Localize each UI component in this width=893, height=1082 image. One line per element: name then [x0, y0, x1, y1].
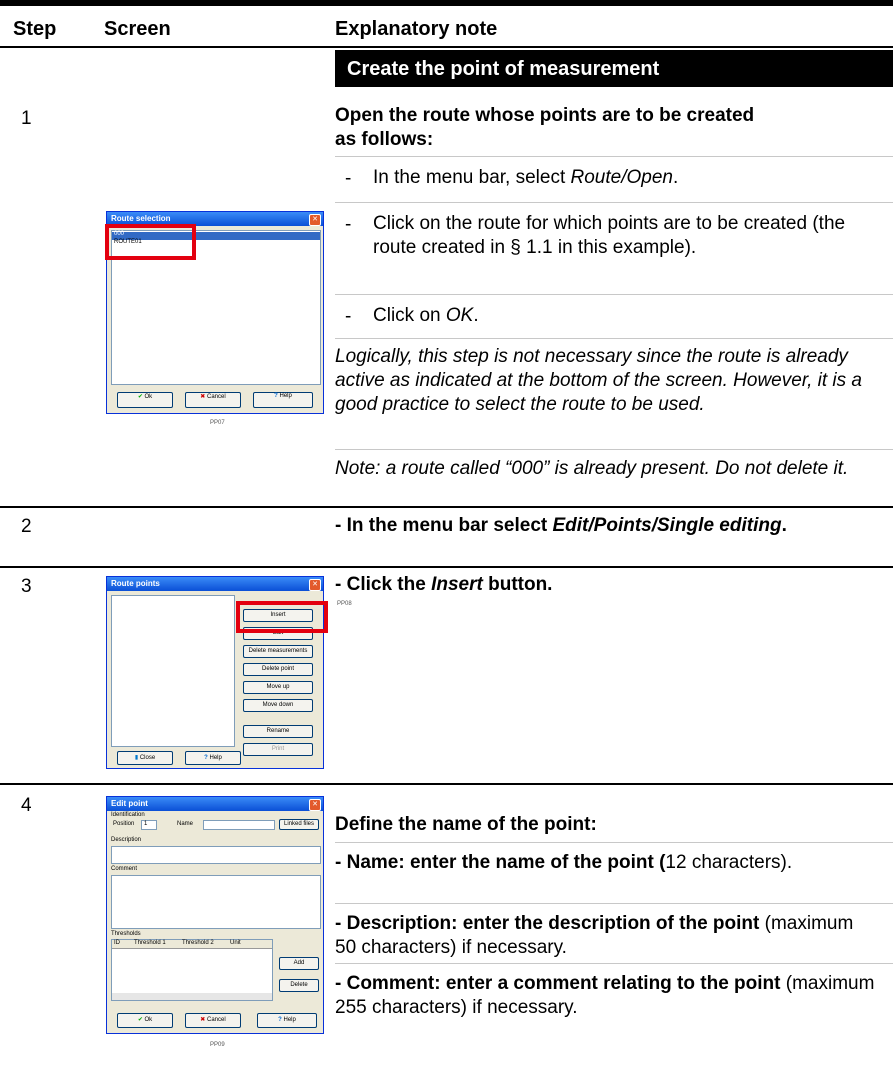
name-label: Name — [177, 821, 194, 827]
check-icon: ✔ — [137, 394, 143, 400]
description-label: Description — [111, 837, 142, 843]
divider — [335, 963, 893, 964]
divider — [335, 903, 893, 904]
step4-item-1: - Name: enter the name of the point (12 … — [335, 852, 793, 873]
linked-files-button[interactable]: Linked files — [279, 819, 319, 830]
header-note: Explanatory note — [335, 18, 498, 40]
thresholds-table[interactable]: ID Threshold 1 Threshold 2 Unit — [111, 939, 273, 1001]
column-header: ID — [114, 940, 120, 946]
step3-text: - Click the Insert button. — [335, 574, 553, 595]
step1-heading: Open the route whose points are to be cr… — [335, 105, 755, 150]
step1-item-3: Click on OK. — [373, 305, 479, 326]
step4-item-3: - Comment: enter a comment relating to t… — [335, 973, 875, 1018]
divider — [335, 449, 893, 450]
divider — [335, 156, 893, 157]
bullet-dash: - — [345, 306, 352, 327]
top-rule — [0, 0, 893, 6]
comment-label: Comment — [111, 866, 138, 872]
position-input[interactable]: 1 — [141, 820, 157, 830]
check-icon: ✔ — [137, 1017, 143, 1023]
help-icon: ? — [278, 1017, 282, 1023]
divider — [335, 294, 893, 295]
ok-button[interactable]: ✔ Ok — [117, 392, 173, 408]
close-icon[interactable]: ✕ — [309, 214, 321, 226]
delete-point-button[interactable]: Delete point — [243, 663, 313, 676]
figure-caption: PP08 — [337, 601, 352, 607]
step1-item-1: In the menu bar, select Route/Open. — [373, 167, 679, 188]
door-icon: ▮ — [134, 755, 139, 761]
section-title: Create the point of measurement — [335, 50, 893, 87]
step4-item-2: - Description: enter the description of … — [335, 913, 854, 958]
figure-caption: PP07 — [210, 420, 225, 426]
help-button[interactable]: ? Help — [253, 392, 313, 408]
cancel-button[interactable]: ✖ Cancel — [185, 392, 241, 408]
help-icon: ? — [204, 755, 208, 761]
bullet-dash: - — [345, 214, 352, 235]
cancel-button[interactable]: ✖ Cancel — [185, 1013, 241, 1028]
step-number-1: 1 — [21, 108, 32, 129]
points-list[interactable] — [111, 595, 235, 747]
step1-italic-note-2: Note: a route called “000” is already pr… — [335, 458, 849, 479]
header-rule — [0, 46, 893, 48]
divider — [335, 338, 893, 339]
row-rule — [0, 506, 893, 508]
move-down-button[interactable]: Move down — [243, 699, 313, 712]
step1-italic-note: Logically, this step is not necessary si… — [335, 346, 862, 415]
add-button[interactable]: Add — [279, 957, 319, 970]
cross-icon: ✖ — [200, 394, 206, 400]
header-screen: Screen — [104, 18, 171, 40]
step-number-3: 3 — [21, 576, 32, 597]
thresholds-label: Thresholds — [111, 931, 141, 937]
row-rule — [0, 783, 893, 785]
step4-heading: Define the name of the point: — [335, 814, 597, 835]
close-icon[interactable]: ✕ — [309, 579, 321, 591]
close-button[interactable]: ▮ Close — [117, 751, 173, 765]
help-button[interactable]: ? Help — [257, 1013, 317, 1028]
edit-point-dialog: Edit point ✕ Identification Position 1 N… — [106, 796, 324, 1034]
move-up-button[interactable]: Move up — [243, 681, 313, 694]
highlight-box — [236, 601, 328, 633]
column-header: Threshold 2 — [182, 940, 214, 946]
help-button[interactable]: ? Help — [185, 751, 241, 765]
column-header: Unit — [230, 940, 241, 946]
step1-item-2: Click on the route for which points are … — [373, 213, 846, 258]
help-icon: ? — [274, 393, 278, 399]
divider — [335, 842, 893, 843]
column-header: Threshold 1 — [134, 940, 166, 946]
identification-label: Identification — [111, 812, 145, 818]
dialog-title: Edit point — [107, 797, 323, 811]
row-rule — [0, 566, 893, 568]
header-step: Step — [13, 18, 57, 40]
step-number-4: 4 — [21, 795, 32, 816]
ok-button[interactable]: ✔ Ok — [117, 1013, 173, 1028]
comment-input[interactable] — [111, 875, 321, 929]
position-label: Position — [113, 821, 135, 827]
figure-caption: PP09 — [210, 1042, 225, 1048]
cross-icon: ✖ — [200, 1017, 206, 1023]
name-input[interactable] — [203, 820, 275, 830]
bullet-dash: - — [345, 168, 352, 189]
delete-button[interactable]: Delete — [279, 979, 319, 992]
print-button[interactable]: Print — [243, 743, 313, 756]
highlight-box — [105, 224, 196, 260]
step2-text: - In the menu bar select Edit/Points/Sin… — [335, 515, 787, 536]
description-input[interactable] — [111, 846, 321, 864]
dialog-title: Route points — [107, 577, 323, 591]
delete-measurements-button[interactable]: Delete measurements — [243, 645, 313, 658]
rename-button[interactable]: Rename — [243, 725, 313, 738]
step-number-2: 2 — [21, 516, 32, 537]
divider — [335, 202, 893, 203]
close-icon[interactable]: ✕ — [309, 799, 321, 811]
